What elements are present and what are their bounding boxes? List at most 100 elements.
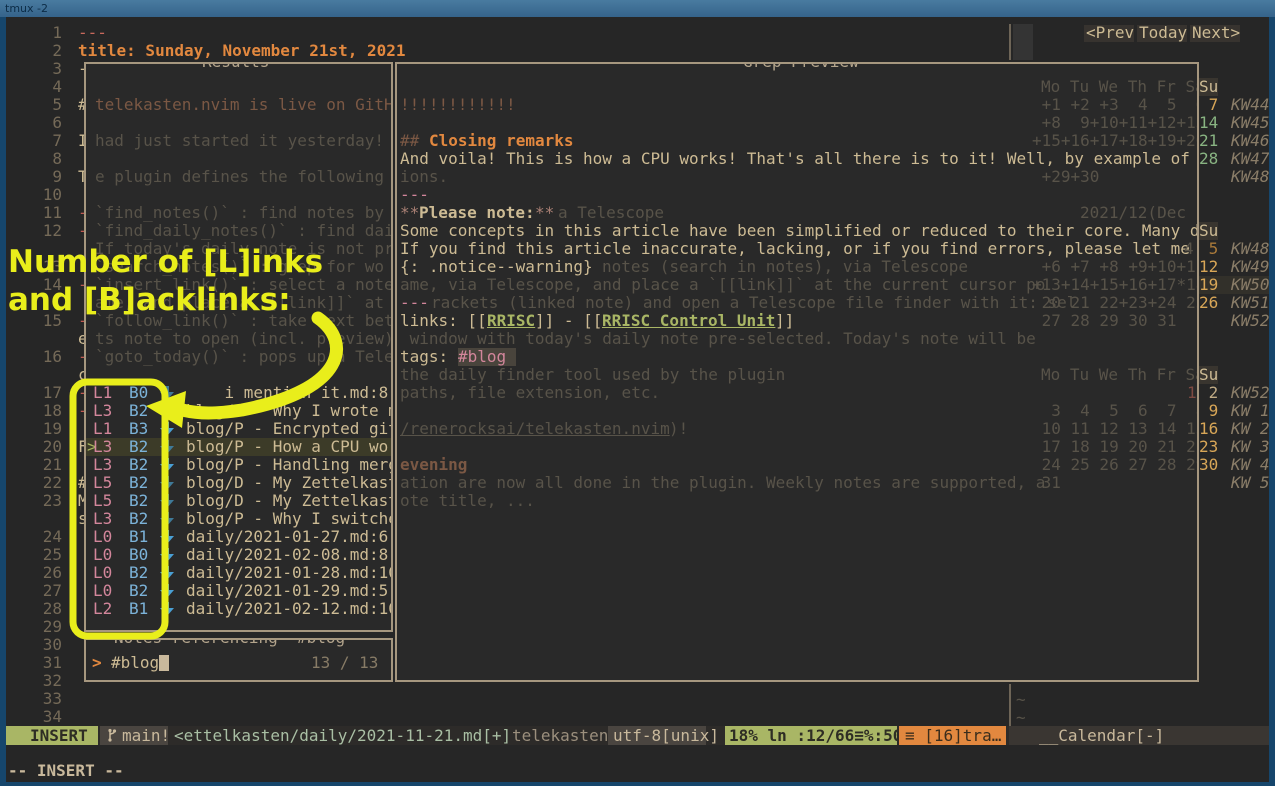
preview-text: Closing remarks [429, 132, 574, 150]
line-number: 18 [32, 402, 62, 420]
note-link[interactable]: RRISC [487, 312, 535, 330]
backlinks-count: B0 [129, 546, 148, 564]
note-link[interactable]: RRISC Control Unit [602, 312, 775, 330]
tilde-empty-line: ~ [1016, 709, 1026, 727]
calendar-nav-label[interactable]: Next> [1192, 24, 1240, 42]
line-number: 8 [32, 150, 62, 168]
calendar-sunday-date[interactable]: 5 [1199, 240, 1218, 258]
down-arrow-icon [160, 493, 174, 509]
result-count: 13 / 13 [311, 654, 378, 672]
calendar-sunday-header[interactable]: Su [1199, 78, 1218, 96]
line-number: 28 [32, 600, 62, 618]
calendar-week-number: KW45 [1231, 114, 1269, 132]
calendar-sunday-date[interactable]: 14 [1199, 114, 1218, 132]
links-count: L3 [93, 456, 112, 474]
preview-text: 2021/12(Dec [1080, 204, 1186, 222]
result-title: blog/P - Encrypted git [186, 420, 393, 438]
calendar-week-number: KW 4 [1231, 456, 1269, 474]
preview-text: +6 +7 +8 +9+10+11 [1032, 258, 1199, 276]
line-number: 15 [32, 312, 62, 330]
preview-text: +1 +2 +3 4 5 6 [1032, 96, 1199, 114]
line-number: 27 [32, 582, 62, 600]
preview-text: ]] - [[ [535, 312, 602, 330]
line-number: 9 [32, 168, 62, 186]
preview-text: ote title, ... [400, 492, 535, 510]
preview-text: 17 18 19 20 21 22 [1032, 438, 1199, 456]
calendar-sunday-date[interactable]: 2 [1199, 384, 1218, 402]
calendar-week-number: KW48 [1231, 240, 1269, 258]
calendar-sunday-date[interactable]: 16 [1199, 420, 1218, 438]
preview-text: If you find this article inaccurate, lac… [400, 240, 1199, 258]
calendar-sunday-date[interactable]: 12 [1199, 258, 1218, 276]
calendar-week-number: KW52 [1231, 384, 1269, 402]
links-count: L5 [93, 474, 112, 492]
buffer-bleed-text: e plugin defines the following fun [95, 168, 393, 186]
line-number: 33 [32, 690, 62, 708]
calendar-week-number: KW51 [1231, 294, 1269, 312]
tag-badge: #blog [458, 348, 516, 366]
buffer-bleed-text: `goto_today()` : pops up a Telesco [95, 348, 393, 366]
line-number: 14 [32, 276, 62, 294]
links-count: L3 [93, 438, 112, 456]
buffer-bleed-text: `find_daily_notes()` : find daily [95, 222, 393, 240]
line-number: 23 [32, 492, 62, 510]
calendar-sunday-date[interactable]: 28 [1199, 150, 1218, 168]
down-arrow-icon [160, 385, 174, 401]
calendar-sunday-date[interactable]: 21 [1199, 132, 1218, 150]
calendar-week-number: KW 5 [1231, 474, 1269, 492]
git-branch-icon [106, 728, 118, 743]
line-number: 34 [32, 708, 62, 726]
calendar-sunday-header[interactable]: Su [1199, 366, 1218, 384]
tilde-empty-line: ~ [1016, 691, 1026, 709]
result-title: daily/2021-02-08.md:8: [186, 546, 393, 564]
statusline-text: utf-8[unix] [613, 726, 719, 745]
result-title: daily/2021-01-27.md:6: [186, 528, 393, 546]
down-arrow-icon [160, 475, 174, 491]
down-arrow-icon [160, 421, 174, 437]
window-title: tmux -2 [5, 2, 48, 15]
line-number: 17 [32, 384, 62, 402]
result-title: blog/P - Handling merg [186, 456, 393, 474]
line-number: 31 [32, 654, 62, 672]
result-title: blog/D - My Zettelkast [186, 492, 393, 510]
calendar-sunday-date[interactable]: 19 [1199, 276, 1218, 294]
calendar-sunday-date[interactable]: 30 [1199, 456, 1218, 474]
preview-text: ## [400, 132, 419, 150]
calendar-sunday-date[interactable]: 26 [1199, 294, 1218, 312]
backlinks-count: B2 [129, 564, 148, 582]
preview-text: rackets (linked note) and open a Telesco… [431, 294, 1076, 312]
line-number: 1 [32, 24, 62, 42]
calendar-nav-label[interactable]: <Prev [1086, 24, 1134, 42]
result-title: daily/2021-01-28.md:10 [186, 564, 393, 582]
down-arrow-icon [160, 439, 174, 455]
search-input[interactable]: #blog [111, 654, 159, 672]
calendar-sunday-date[interactable]: 23 [1199, 438, 1218, 456]
backlinks-count: B2 [129, 456, 148, 474]
links-count: L1 [93, 420, 112, 438]
calendar-sunday-date[interactable]: 9 [1199, 402, 1218, 420]
calendar-scroll-block [1013, 24, 1033, 60]
line-number: 13 [32, 258, 62, 276]
calendar-nav-label[interactable]: Today [1139, 24, 1187, 42]
prompt-panel: Notes referencing `#blog` > #blog 13 / 1… [84, 638, 393, 682]
preview-text: 24 25 26 27 28 29 [1032, 456, 1199, 474]
links-count: L0 [93, 546, 112, 564]
backlinks-count: B0 [129, 384, 148, 402]
links-count: L3 [93, 510, 112, 528]
calendar-sunday-header[interactable]: Su [1199, 222, 1218, 240]
calendar-week-number: KW 1 [1231, 402, 1269, 420]
line-number: 2 [32, 42, 62, 60]
line-number: 10 [32, 186, 62, 204]
calendar-week-number: KW 3 [1231, 438, 1269, 456]
tmux-window: tmux -2 1---2title: Sunday, November 21s… [0, 0, 1275, 786]
down-arrow-icon [160, 601, 174, 617]
line-number: 7 [32, 132, 62, 150]
calendar-sunday-date[interactable]: 7 [1199, 96, 1218, 114]
statusline-text: telekasten [512, 726, 608, 745]
grep-preview-panel: Grep Preview Mo Tu We Th Fr Sa!!!!!!!!!!… [395, 62, 1199, 682]
buffer-bleed-text: had just started it yesterday! ... [95, 132, 393, 150]
line-number: 19 [32, 420, 62, 438]
preview-title: Grep Preview [737, 62, 865, 71]
down-arrow-icon [160, 529, 174, 545]
buffer-bleed-text: `follow_link()` : take text between [95, 312, 393, 330]
